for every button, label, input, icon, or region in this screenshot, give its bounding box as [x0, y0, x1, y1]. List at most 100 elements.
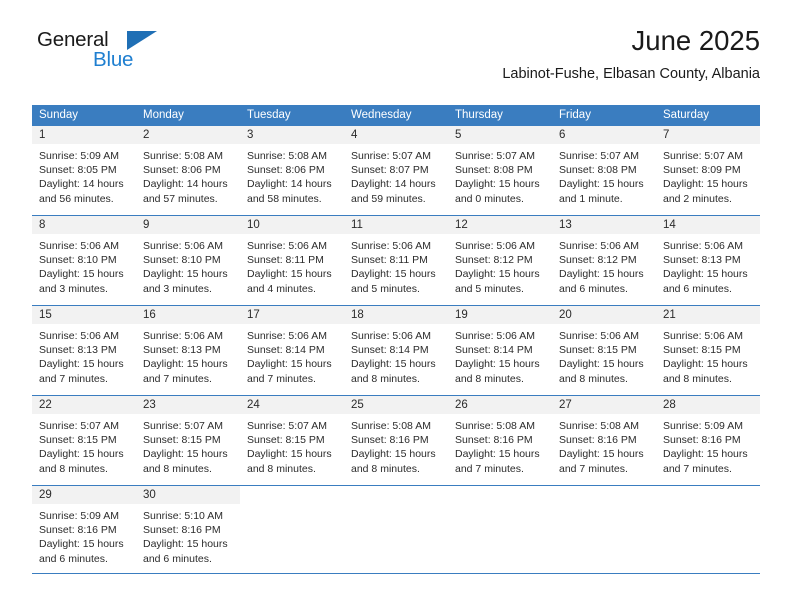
sunrise-time: Sunrise: 5:08 AM: [143, 150, 223, 162]
day-cell-content: 30 Sunrise: 5:10 AM Sunset: 8:16 PM Dayligh…: [136, 486, 240, 573]
day-sun-info: Sunrise: 5:06 AM Sunset: 8:10 PM Daylight:…: [136, 234, 240, 296]
daylight-duration: Daylight: 15 hours and 8 minutes.: [351, 358, 436, 385]
day-cell[interactable]: 4 Sunrise: 5:07 AM Sunset: 8:07 PM Daylight…: [344, 125, 448, 216]
day-sun-info: Sunrise: 5:08 AM Sunset: 8:06 PM Daylight:…: [240, 144, 344, 206]
day-cell[interactable]: 6 Sunrise: 5:07 AM Sunset: 8:08 PM Daylight…: [552, 125, 656, 216]
generalblue-logo[interactable]: General Blue: [32, 28, 252, 84]
day-cell[interactable]: 21 Sunrise: 5:06 AM Sunset: 8:15 PM Dayligh…: [656, 305, 760, 396]
day-cell-content: 16 Sunrise: 5:06 AM Sunset: 8:13 PM Dayligh…: [136, 306, 240, 395]
sunrise-time: Sunrise: 5:06 AM: [143, 330, 223, 342]
day-cell[interactable]: 23 Sunrise: 5:07 AM Sunset: 8:15 PM Dayligh…: [136, 395, 240, 486]
day-cell[interactable]: 9 Sunrise: 5:06 AM Sunset: 8:10 PM Daylight…: [136, 215, 240, 306]
day-cell[interactable]: 16 Sunrise: 5:06 AM Sunset: 8:13 PM Dayligh…: [136, 305, 240, 396]
day-cell[interactable]: 28 Sunrise: 5:09 AM Sunset: 8:16 PM Dayligh…: [656, 395, 760, 486]
day-number: 28: [656, 396, 760, 414]
sunrise-time: Sunrise: 5:06 AM: [351, 330, 431, 342]
day-cell[interactable]: 17 Sunrise: 5:06 AM Sunset: 8:14 PM Dayligh…: [240, 305, 344, 396]
day-number: 4: [344, 126, 448, 144]
sunrise-time: Sunrise: 5:07 AM: [143, 420, 223, 432]
day-cell[interactable]: 25 Sunrise: 5:08 AM Sunset: 8:16 PM Dayligh…: [344, 395, 448, 486]
day-cell[interactable]: 10 Sunrise: 5:06 AM Sunset: 8:11 PM Dayligh…: [240, 215, 344, 306]
sunrise-time: Sunrise: 5:06 AM: [351, 240, 431, 252]
day-cell[interactable]: 26 Sunrise: 5:08 AM Sunset: 8:16 PM Dayligh…: [448, 395, 552, 486]
sunrise-time: Sunrise: 5:09 AM: [39, 510, 119, 522]
day-number: 21: [656, 306, 760, 324]
sunrise-time: Sunrise: 5:07 AM: [663, 150, 743, 162]
day-cell[interactable]: 29 Sunrise: 5:09 AM Sunset: 8:16 PM Dayligh…: [32, 485, 136, 574]
day-sun-info: Sunrise: 5:08 AM Sunset: 8:06 PM Daylight:…: [136, 144, 240, 206]
daylight-duration: Daylight: 15 hours and 8 minutes.: [39, 448, 124, 475]
sunset-time: Sunset: 8:15 PM: [39, 434, 117, 447]
day-cell[interactable]: 11 Sunrise: 5:06 AM Sunset: 8:11 PM Dayligh…: [344, 215, 448, 306]
sunset-time: Sunset: 8:11 PM: [351, 254, 428, 267]
sunrise-time: Sunrise: 5:06 AM: [39, 330, 119, 342]
day-sun-info: Sunrise: 5:07 AM Sunset: 8:15 PM Daylight:…: [136, 414, 240, 476]
daylight-duration: Daylight: 15 hours and 7 minutes.: [39, 358, 124, 385]
day-cell-content: 5 Sunrise: 5:07 AM Sunset: 8:08 PM Daylight…: [448, 126, 552, 215]
day-cell[interactable]: 1 Sunrise: 5:09 AM Sunset: 8:05 PM Daylight…: [32, 125, 136, 216]
day-sun-info: Sunrise: 5:06 AM Sunset: 8:11 PM Daylight:…: [344, 234, 448, 296]
day-number: 11: [344, 216, 448, 234]
day-cell[interactable]: 5 Sunrise: 5:07 AM Sunset: 8:08 PM Daylight…: [448, 125, 552, 216]
day-sun-info: Sunrise: 5:06 AM Sunset: 8:13 PM Daylight:…: [32, 324, 136, 386]
day-cell[interactable]: 27 Sunrise: 5:08 AM Sunset: 8:16 PM Dayligh…: [552, 395, 656, 486]
day-sun-info: Sunrise: 5:07 AM Sunset: 8:15 PM Daylight:…: [240, 414, 344, 476]
day-cell-content: 23 Sunrise: 5:07 AM Sunset: 8:15 PM Dayligh…: [136, 396, 240, 485]
sunset-time: Sunset: 8:13 PM: [143, 344, 221, 357]
daylight-duration: Daylight: 15 hours and 7 minutes.: [455, 448, 540, 475]
daylight-duration: Daylight: 15 hours and 4 minutes.: [247, 268, 332, 295]
daylight-duration: Daylight: 15 hours and 6 minutes.: [663, 268, 748, 295]
sunset-time: Sunset: 8:07 PM: [351, 164, 429, 177]
sunrise-time: Sunrise: 5:06 AM: [455, 330, 535, 342]
sunrise-time: Sunrise: 5:06 AM: [143, 240, 223, 252]
calendar-week-row: 29 Sunrise: 5:09 AM Sunset: 8:16 PM Dayligh…: [32, 485, 760, 574]
day-cell[interactable]: 20 Sunrise: 5:06 AM Sunset: 8:15 PM Dayligh…: [552, 305, 656, 396]
daylight-duration: Daylight: 15 hours and 5 minutes.: [351, 268, 436, 295]
sunset-time: Sunset: 8:06 PM: [247, 164, 325, 177]
day-cell[interactable]: 30 Sunrise: 5:10 AM Sunset: 8:16 PM Dayligh…: [136, 485, 240, 574]
daylight-duration: Daylight: 15 hours and 8 minutes.: [143, 448, 228, 475]
sunset-time: Sunset: 8:09 PM: [663, 164, 741, 177]
day-cell[interactable]: 7 Sunrise: 5:07 AM Sunset: 8:09 PM Daylight…: [656, 125, 760, 216]
day-cell[interactable]: 8 Sunrise: 5:06 AM Sunset: 8:10 PM Daylight…: [32, 215, 136, 306]
day-number: 1: [32, 126, 136, 144]
day-number: 20: [552, 306, 656, 324]
sunrise-time: Sunrise: 5:06 AM: [559, 240, 639, 252]
day-number: 10: [240, 216, 344, 234]
day-number: 12: [448, 216, 552, 234]
daylight-duration: Daylight: 15 hours and 8 minutes.: [559, 358, 644, 385]
day-cell[interactable]: 19 Sunrise: 5:06 AM Sunset: 8:14 PM Dayligh…: [448, 305, 552, 396]
day-cell[interactable]: 13 Sunrise: 5:06 AM Sunset: 8:12 PM Dayligh…: [552, 215, 656, 306]
day-number: 5: [448, 126, 552, 144]
day-number: 18: [344, 306, 448, 324]
day-cell[interactable]: 2 Sunrise: 5:08 AM Sunset: 8:06 PM Daylight…: [136, 125, 240, 216]
page-subtitle: Labinot-Fushe, Elbasan County, Albania: [502, 66, 760, 82]
day-sun-info: Sunrise: 5:06 AM Sunset: 8:11 PM Daylight:…: [240, 234, 344, 296]
day-cell[interactable]: 3 Sunrise: 5:08 AM Sunset: 8:06 PM Daylight…: [240, 125, 344, 216]
day-number: 25: [344, 396, 448, 414]
day-number: 29: [32, 486, 136, 504]
day-cell[interactable]: 18 Sunrise: 5:06 AM Sunset: 8:14 PM Dayligh…: [344, 305, 448, 396]
day-cell-content: 4 Sunrise: 5:07 AM Sunset: 8:07 PM Daylight…: [344, 126, 448, 215]
day-cell-empty: [240, 485, 344, 574]
day-sun-info: Sunrise: 5:07 AM Sunset: 8:08 PM Daylight:…: [552, 144, 656, 206]
day-cell[interactable]: 22 Sunrise: 5:07 AM Sunset: 8:15 PM Dayligh…: [32, 395, 136, 486]
day-number: 17: [240, 306, 344, 324]
day-sun-info: Sunrise: 5:07 AM Sunset: 8:08 PM Daylight:…: [448, 144, 552, 206]
day-cell[interactable]: 15 Sunrise: 5:06 AM Sunset: 8:13 PM Dayligh…: [32, 305, 136, 396]
sunrise-time: Sunrise: 5:08 AM: [351, 420, 431, 432]
sunrise-time: Sunrise: 5:06 AM: [663, 240, 743, 252]
day-cell[interactable]: 12 Sunrise: 5:06 AM Sunset: 8:12 PM Dayligh…: [448, 215, 552, 306]
day-number: [448, 486, 552, 504]
daylight-duration: Daylight: 15 hours and 8 minutes.: [351, 448, 436, 475]
sunrise-time: Sunrise: 5:06 AM: [247, 330, 327, 342]
day-cell-content: [552, 486, 656, 573]
sunset-time: Sunset: 8:12 PM: [559, 254, 637, 267]
day-cell-content: 19 Sunrise: 5:06 AM Sunset: 8:14 PM Dayligh…: [448, 306, 552, 395]
day-number: 26: [448, 396, 552, 414]
sunset-time: Sunset: 8:14 PM: [247, 344, 325, 357]
day-cell[interactable]: 24 Sunrise: 5:07 AM Sunset: 8:15 PM Dayligh…: [240, 395, 344, 486]
sunset-time: Sunset: 8:08 PM: [455, 164, 533, 177]
day-cell[interactable]: 14 Sunrise: 5:06 AM Sunset: 8:13 PM Dayligh…: [656, 215, 760, 306]
day-number: 22: [32, 396, 136, 414]
